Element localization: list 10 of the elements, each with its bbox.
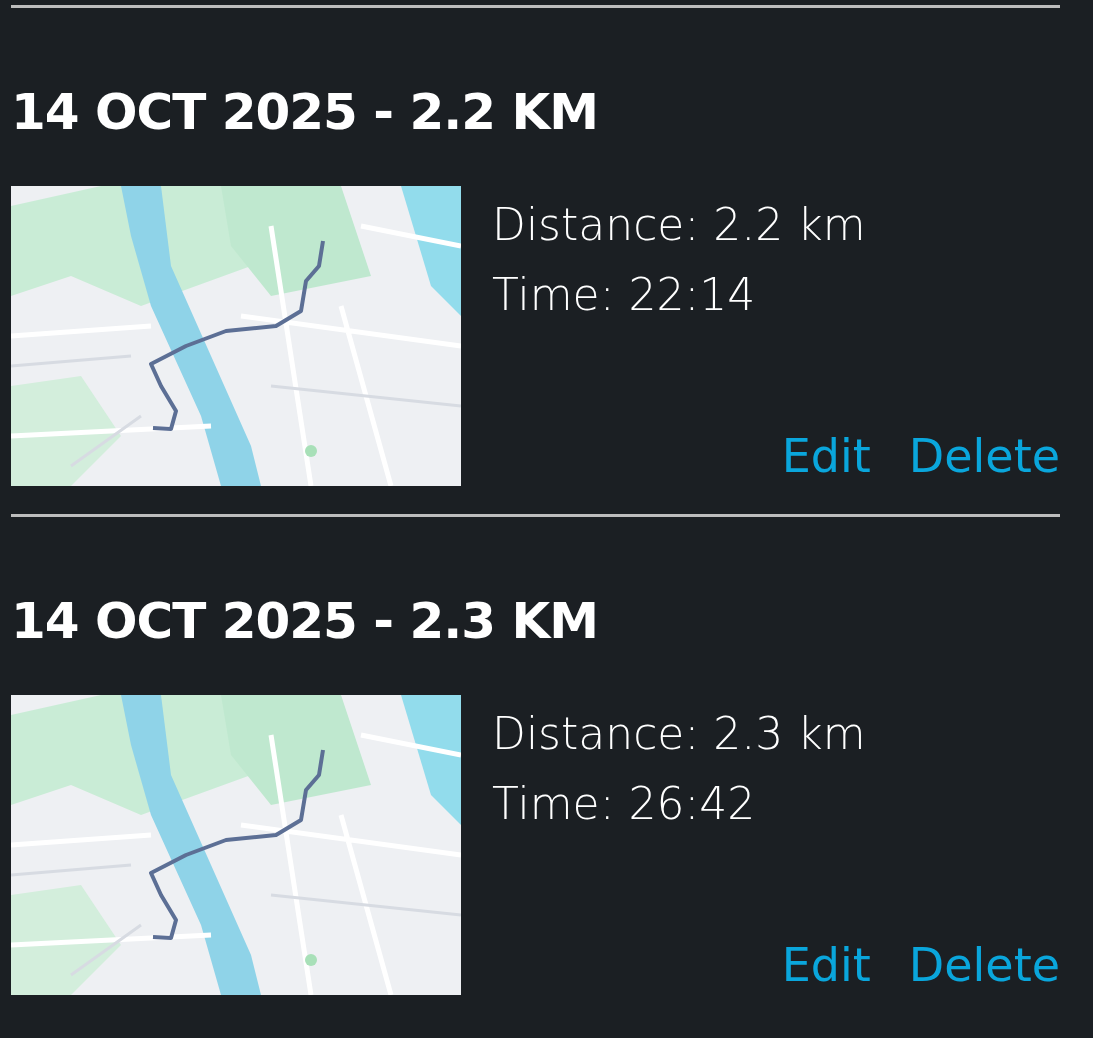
distance-text: Distance: 2.3 km [492,707,867,761]
entry-title: 14 OCT 2025 - 2.3 KM [11,591,599,652]
edit-link[interactable]: Edit [781,935,871,995]
entry-title: 14 OCT 2025 - 2.2 KM [11,82,599,143]
distance-text: Distance: 2.2 km [492,198,867,252]
delete-link[interactable]: Delete [908,426,1060,486]
time-text: Time: 22:14 [492,268,757,322]
edit-link[interactable]: Edit [781,426,871,486]
time-text: Time: 26:42 [492,777,757,831]
delete-link[interactable]: Delete [908,935,1060,995]
